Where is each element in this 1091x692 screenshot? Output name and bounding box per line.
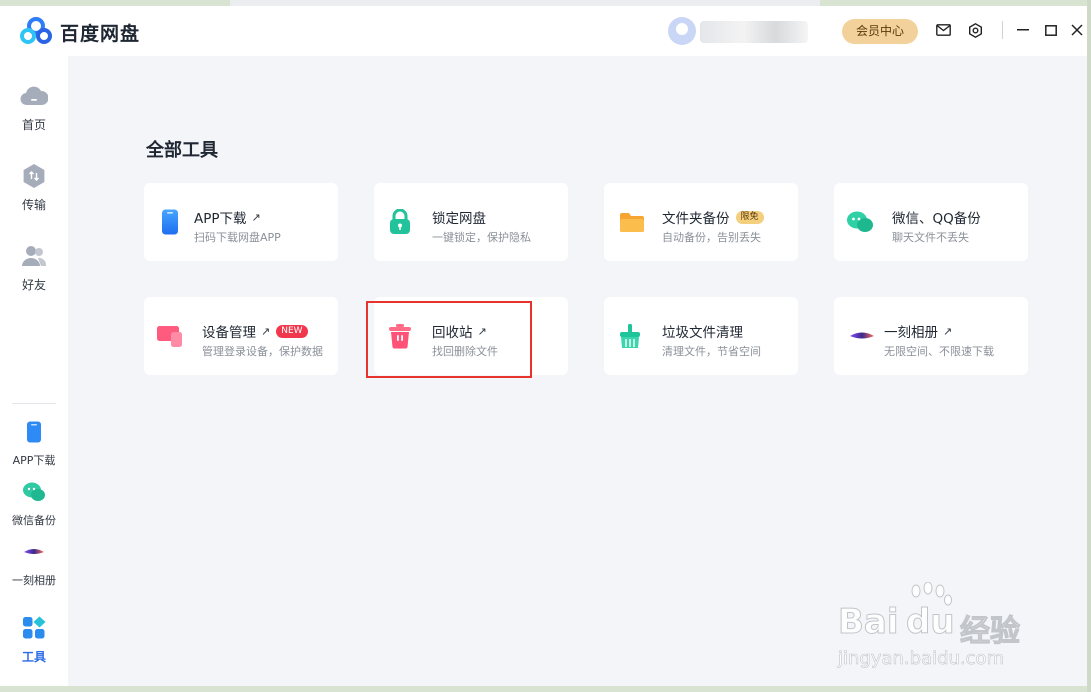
phone-icon — [156, 208, 184, 236]
wechat-icon — [20, 478, 48, 506]
chat-bubble-icon — [846, 208, 874, 236]
broom-icon — [616, 322, 644, 350]
sidebar-item-label: 首页 — [21, 118, 46, 132]
username-blurred[interactable] — [700, 21, 808, 43]
minimize-icon[interactable] — [1013, 20, 1033, 40]
sidebar-item-label: 传输 — [21, 198, 46, 212]
tool-subtitle: 清理文件，节省空间 — [662, 345, 761, 358]
tool-card-folder-backup[interactable]: 文件夹备份 限免 自动备份，告别丢失 — [604, 183, 798, 261]
tool-title-text: 垃圾文件清理 — [662, 325, 743, 341]
tool-title-text: 回收站 — [432, 325, 473, 341]
app-window: 百度网盘 会员中心 首页 传输 好友 APP下载 微信备份 一刻相册 工具 全部… — [0, 6, 1087, 686]
phone-icon — [20, 418, 48, 446]
titlebar-divider — [1002, 21, 1003, 39]
app-title: 百度网盘 — [60, 23, 141, 45]
sidebar-item-transfer[interactable]: 传输 — [0, 162, 68, 213]
baidu-jingyan-watermark: Bai du 经验 jingyan.baidu.com — [838, 582, 1038, 674]
tool-subtitle: 聊天文件不丢失 — [892, 231, 969, 244]
vip-center-button[interactable]: 会员中心 — [842, 19, 918, 44]
sidebar-item-yike-album[interactable]: 一刻相册 — [0, 538, 68, 588]
watermark-url: jingyan.baidu.com — [838, 648, 1005, 670]
tool-title: 锁定网盘 — [432, 207, 486, 227]
close-icon[interactable] — [1067, 20, 1087, 40]
limited-free-badge: 限免 — [735, 210, 764, 224]
devices-icon — [156, 322, 184, 350]
tool-subtitle: 无限空间、不限速下载 — [884, 345, 994, 358]
tool-card-recycle-bin[interactable]: 回收站 ↗ 找回删除文件 — [374, 297, 568, 375]
lock-icon — [386, 208, 414, 236]
tool-title: 回收站 ↗ — [432, 321, 487, 342]
tool-title-text: 一刻相册 — [884, 325, 938, 341]
cloud-home-icon — [20, 82, 48, 110]
title-bar: 百度网盘 会员中心 — [0, 6, 1087, 56]
sidebar-item-label: 工具 — [21, 650, 46, 664]
sidebar-item-friends[interactable]: 好友 — [0, 242, 68, 293]
tool-title: 微信、QQ备份 — [892, 207, 981, 227]
sidebar-item-app-download[interactable]: APP下载 — [0, 418, 68, 468]
desktop-background — [1087, 0, 1091, 692]
tool-subtitle: 管理登录设备，保护数据 — [202, 345, 323, 358]
tool-title-text: 锁定网盘 — [432, 211, 486, 227]
tool-title: 一刻相册 ↗ — [884, 321, 953, 342]
external-link-icon: ↗ — [477, 324, 487, 338]
tool-card-device-management[interactable]: 设备管理 ↗ NEW 管理登录设备，保护数据 — [144, 297, 338, 375]
tool-subtitle: 一键锁定，保护隐私 — [432, 231, 531, 244]
tool-subtitle: 找回删除文件 — [432, 345, 498, 358]
tool-title-text: 设备管理 — [202, 325, 256, 341]
sidebar-item-label: APP下载 — [12, 454, 56, 467]
yike-album-icon — [848, 322, 876, 350]
tools-grid-icon — [20, 614, 48, 642]
sidebar: 首页 传输 好友 APP下载 微信备份 一刻相册 工具 — [0, 56, 68, 686]
sidebar-item-tools[interactable]: 工具 — [0, 614, 68, 665]
tool-title-text: APP下载 — [194, 211, 247, 227]
new-badge: NEW — [276, 324, 308, 338]
transfer-icon — [20, 162, 48, 190]
recycle-bin-icon — [386, 322, 414, 350]
sidebar-item-wechat-backup[interactable]: 微信备份 — [0, 478, 68, 528]
friends-icon — [20, 242, 48, 270]
watermark-brand-2: du — [906, 602, 956, 643]
tool-title: 垃圾文件清理 — [662, 321, 743, 341]
tool-card-wechat-qq-backup[interactable]: 微信、QQ备份 聊天文件不丢失 — [834, 183, 1028, 261]
mail-icon[interactable] — [933, 20, 953, 40]
folder-icon — [618, 208, 646, 236]
user-avatar[interactable] — [668, 17, 696, 45]
settings-gear-icon[interactable] — [965, 20, 985, 40]
page-title: 全部工具 — [146, 140, 218, 161]
watermark-jingyan: 经验 — [960, 614, 1021, 650]
tool-card-yike-album[interactable]: 一刻相册 ↗ 无限空间、不限速下载 — [834, 297, 1028, 375]
tool-title: APP下载 ↗ — [194, 207, 261, 228]
tool-subtitle: 扫码下载网盘APP — [194, 231, 281, 244]
tool-title-text: 文件夹备份 — [662, 211, 730, 227]
sidebar-item-label: 好友 — [21, 278, 46, 292]
yike-album-icon — [20, 538, 48, 566]
tool-card-lock-netdisk[interactable]: 锁定网盘 一键锁定，保护隐私 — [374, 183, 568, 261]
sidebar-item-home[interactable]: 首页 — [0, 82, 68, 133]
tool-card-app-download[interactable]: APP下载 ↗ 扫码下载网盘APP — [144, 183, 338, 261]
external-link-icon: ↗ — [943, 324, 953, 338]
tool-card-junk-cleanup[interactable]: 垃圾文件清理 清理文件，节省空间 — [604, 297, 798, 375]
tool-title: 设备管理 ↗ NEW — [202, 321, 308, 341]
external-link-icon: ↗ — [261, 324, 271, 338]
tool-title: 文件夹备份 限免 — [662, 207, 764, 227]
sidebar-item-label: 一刻相册 — [12, 574, 56, 587]
baidu-netdisk-logo-icon — [20, 17, 52, 44]
sidebar-divider — [12, 403, 56, 404]
sidebar-item-label: 微信备份 — [12, 514, 56, 527]
tool-subtitle: 自动备份，告别丢失 — [662, 231, 761, 244]
maximize-icon[interactable] — [1041, 20, 1061, 40]
tool-title-text: 微信、QQ备份 — [892, 211, 981, 227]
external-link-icon: ↗ — [251, 210, 261, 224]
watermark-brand: Bai — [838, 602, 900, 643]
